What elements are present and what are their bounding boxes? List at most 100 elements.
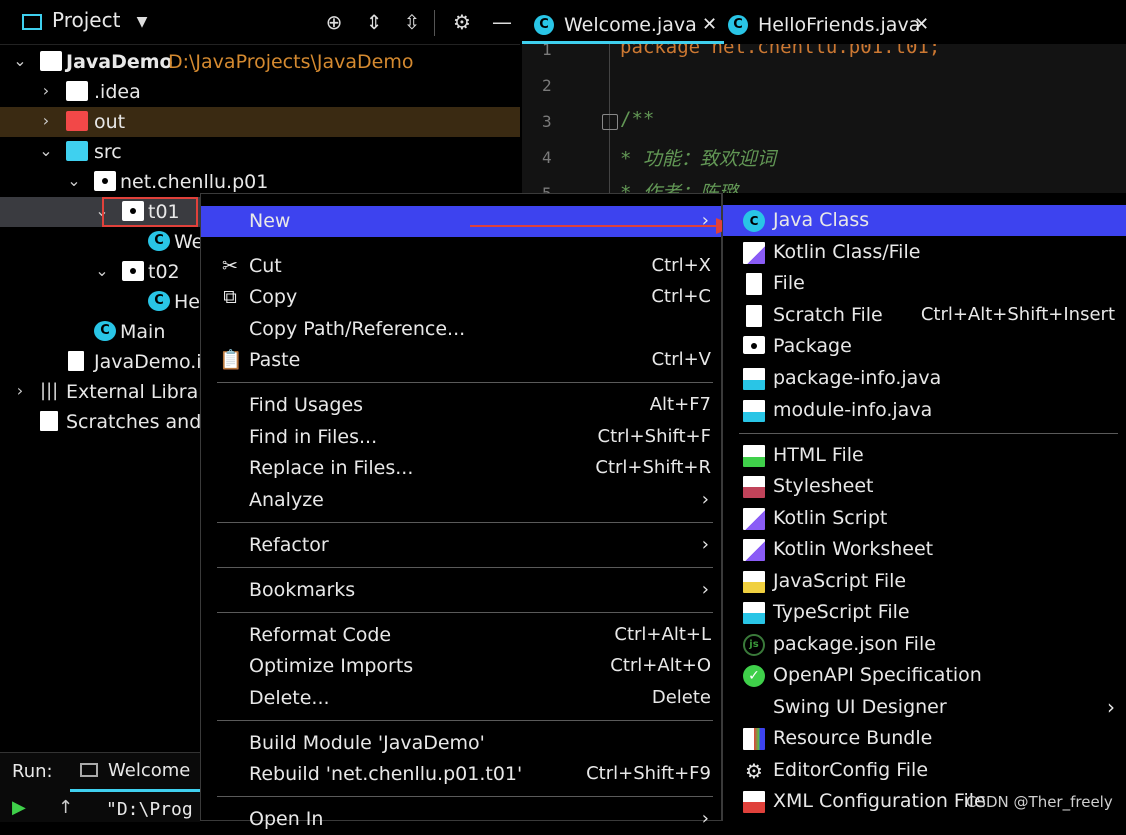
submenu-item-kotlin-worksheet[interactable]: Kotlin Worksheet	[723, 534, 1126, 565]
watermark: CSDN @Ther_freely	[966, 793, 1113, 811]
expand-all-icon[interactable]: ⇕	[362, 10, 386, 34]
menu-item-bookmarks[interactable]: Bookmarks ›	[201, 575, 721, 606]
project-title[interactable]: Project	[52, 8, 120, 32]
run-icon[interactable]: ▶	[12, 797, 26, 818]
chevron-right-icon[interactable]: ›	[38, 109, 54, 133]
submenu-item-javascript-file[interactable]: JavaScript File	[723, 566, 1126, 597]
copy-icon: ⧉	[223, 286, 237, 308]
package-icon	[122, 261, 144, 281]
submenu-item-scratch-file[interactable]: Scratch File Ctrl+Alt+Shift+Insert	[723, 300, 1126, 331]
menu-item-analyze[interactable]: Analyze ›	[201, 485, 721, 516]
gear-icon[interactable]: ⚙	[450, 10, 474, 34]
menu-separator	[217, 567, 713, 568]
submenu-item-java-class[interactable]: C Java Class	[723, 205, 1126, 236]
menu-item-find-usages[interactable]: Find Usages Alt+F7	[201, 390, 721, 421]
code-line: /**	[620, 108, 655, 130]
chevron-right-icon[interactable]: ›	[38, 79, 54, 103]
menu-item-build-module[interactable]: Build Module 'JavaDemo'	[201, 728, 721, 759]
submenu-item-editorconfig[interactable]: ⚙ EditorConfig File	[723, 755, 1126, 786]
menu-label: Reformat Code	[249, 624, 392, 646]
menu-item-cut[interactable]: ✂ Cut Ctrl+X	[201, 251, 721, 282]
close-icon[interactable]: ✕	[702, 6, 717, 44]
submenu-item-module-info[interactable]: module-info.java	[723, 395, 1126, 426]
menu-item-copy[interactable]: ⧉ Copy Ctrl+C	[201, 282, 721, 313]
menu-separator	[217, 382, 713, 383]
submenu-item-package[interactable]: Package	[723, 331, 1126, 362]
javascript-file-icon	[743, 571, 765, 593]
project-header: Project ▼ ⊕ ⇕ ⇳ ⚙ —	[0, 0, 520, 45]
fold-icon[interactable]	[602, 114, 618, 130]
minimize-icon[interactable]: —	[490, 10, 514, 34]
submenu-label: package-info.java	[773, 367, 942, 389]
folder-icon	[66, 111, 88, 131]
line-number: 3	[542, 112, 552, 131]
submenu-item-resource-bundle[interactable]: Resource Bundle	[723, 723, 1126, 754]
openapi-icon: ✓	[743, 665, 765, 687]
close-icon[interactable]: ✕	[914, 6, 929, 44]
collapse-all-icon[interactable]: ⇳	[400, 10, 424, 34]
class-icon: C	[94, 321, 116, 341]
submenu-item-kotlin-class[interactable]: Kotlin Class/File	[723, 237, 1126, 268]
submenu-label: Kotlin Script	[773, 507, 888, 529]
module-path: D:\JavaProjects\JavaDemo	[168, 51, 414, 73]
chevron-right-icon[interactable]: ›	[12, 379, 28, 403]
tree-label: Main	[120, 321, 166, 343]
menu-shortcut: Ctrl+X	[651, 255, 711, 276]
tree-label: out	[94, 111, 126, 133]
menu-item-optimize-imports[interactable]: Optimize Imports Ctrl+Alt+O	[201, 651, 721, 682]
menu-item-copy-path[interactable]: Copy Path/Reference...	[201, 314, 721, 345]
menu-item-paste[interactable]: 📋 Paste Ctrl+V	[201, 345, 721, 376]
typescript-file-icon	[743, 602, 765, 624]
chevron-down-icon[interactable]: ⌄	[38, 139, 54, 163]
submenu-item-file[interactable]: File	[723, 268, 1126, 299]
menu-item-delete[interactable]: Delete... Delete	[201, 683, 721, 714]
editor-content[interactable]: 1 package net.chenllu.p01.t01; 2 3 /** 4…	[522, 44, 1126, 194]
submenu-item-html-file[interactable]: HTML File	[723, 440, 1126, 471]
submenu-item-typescript-file[interactable]: TypeScript File	[723, 597, 1126, 628]
menu-item-refactor[interactable]: Refactor ›	[201, 530, 721, 561]
submenu-shortcut: Ctrl+Alt+Shift+Insert	[920, 304, 1115, 325]
submenu-label: File	[773, 272, 805, 294]
chevron-down-icon[interactable]: ⌄	[12, 49, 28, 73]
tree-label: Scratches and C	[66, 411, 221, 433]
chevron-down-icon[interactable]: ▼	[130, 10, 154, 34]
tree-item-javademo[interactable]: ⌄ JavaDemo D:\JavaProjects\JavaDemo	[0, 47, 520, 77]
tree-item-src[interactable]: ⌄ src	[0, 137, 520, 167]
menu-item-rebuild[interactable]: Rebuild 'net.chenllu.p01.t01' Ctrl+Shift…	[201, 759, 721, 790]
submenu-item-package-json[interactable]: js package.json File	[723, 629, 1126, 660]
menu-shortcut: Alt+F7	[649, 394, 711, 415]
menu-shortcut: Delete	[651, 687, 711, 708]
chevron-down-icon[interactable]: ⌄	[94, 259, 110, 283]
tab-welcome[interactable]: C Welcome.java ✕	[534, 6, 724, 44]
menu-item-replace-in-files[interactable]: Replace in Files... Ctrl+Shift+R	[201, 453, 721, 484]
submenu-label: TypeScript File	[773, 601, 910, 623]
tab-hellofriends[interactable]: C HelloFriends.java ✕	[728, 6, 948, 44]
line-number: 1	[542, 44, 552, 59]
submenu-item-package-info[interactable]: package-info.java	[723, 363, 1126, 394]
run-tab[interactable]: Welcome	[70, 755, 200, 792]
submenu-item-stylesheet[interactable]: Stylesheet	[723, 471, 1126, 502]
menu-shortcut: Ctrl+C	[651, 286, 711, 307]
menu-label: Analyze	[249, 489, 324, 511]
menu-separator	[739, 433, 1118, 434]
chevron-down-icon[interactable]: ⌄	[66, 169, 82, 193]
package-icon	[743, 336, 765, 354]
menu-label: Paste	[249, 349, 301, 371]
code-line: * 功能：致欢迎词	[620, 148, 776, 170]
tree-item-out[interactable]: › out	[0, 107, 520, 137]
arrow-up-icon[interactable]: ↑	[58, 797, 73, 818]
tree-item-idea[interactable]: › .idea	[0, 77, 520, 107]
console-output: "D:\Prog	[106, 799, 193, 820]
menu-item-find-in-files[interactable]: Find in Files... Ctrl+Shift+F	[201, 422, 721, 453]
gear-icon: ⚙	[745, 759, 763, 783]
submenu-item-kotlin-script[interactable]: Kotlin Script	[723, 503, 1126, 534]
tree-label: We	[174, 231, 204, 253]
menu-item-open-in[interactable]: Open In ›	[201, 804, 721, 835]
submenu-label: Scratch File	[773, 304, 883, 326]
locate-icon[interactable]: ⊕	[322, 10, 346, 34]
menu-label: Find Usages	[249, 394, 364, 416]
menu-item-reformat-code[interactable]: Reformat Code Ctrl+Alt+L	[201, 620, 721, 651]
line-number: 4	[542, 148, 552, 167]
submenu-item-openapi[interactable]: ✓ OpenAPI Specification	[723, 660, 1126, 691]
submenu-item-swing-ui-designer[interactable]: Swing UI Designer ›	[723, 692, 1126, 723]
